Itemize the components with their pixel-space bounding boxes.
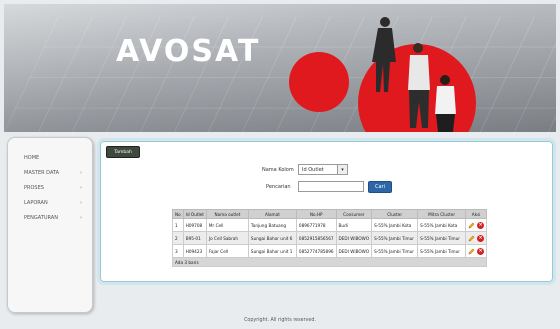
outlet-table: No Id Outlet Nama outlet Alamat No.HP Co…	[171, 209, 488, 267]
cell-cluster: S-55% Jambi Kota	[371, 218, 419, 232]
sidebar-item-pengaturan[interactable]: PENGATURAN ›	[8, 210, 92, 225]
col-header: Id Outlet	[182, 209, 207, 219]
add-button[interactable]: Tambah	[106, 146, 140, 158]
chevron-right-icon: ›	[80, 184, 82, 191]
col-header: No.HP	[295, 209, 337, 219]
col-header: No	[172, 209, 184, 219]
col-header: Mitra Cluster	[417, 209, 467, 219]
search-label: Pencarian	[266, 184, 291, 190]
copyright-footer: Copyright. All rights reserved.	[244, 318, 316, 323]
cell-consumer: DEDI WIBOWO	[335, 231, 373, 245]
chevron-right-icon: ›	[80, 169, 82, 176]
table-header-row: No Id Outlet Nama outlet Alamat No.HP Co…	[172, 209, 488, 219]
cell-id-outlet: H09708	[182, 218, 207, 232]
cell-no: 3	[172, 244, 184, 258]
chevron-right-icon: ›	[80, 214, 82, 221]
search-input[interactable]	[298, 181, 364, 192]
col-header: Cluster	[371, 209, 419, 219]
business-people-image	[372, 17, 456, 132]
cell-cluster: S-55% Jambi Timur	[371, 231, 419, 245]
cell-nama-outlet: Fajar Cell	[205, 244, 249, 258]
chevron-down-icon: ▾	[337, 165, 347, 174]
cell-nama-outlet: Mr Cell	[205, 218, 249, 232]
col-header: Nama outlet	[205, 209, 249, 219]
col-header: Consumer	[335, 209, 373, 219]
sidebar-item-label: LAPORAN	[24, 199, 48, 206]
edit-icon[interactable]	[468, 235, 475, 242]
cell-id-outlet: H09423	[182, 244, 207, 258]
cell-alamat: Sungai Bahar unit 6	[247, 231, 297, 245]
sidebar-item-label: PENGATURAN	[24, 214, 58, 221]
column-select[interactable]: Id Outlet ▾	[298, 164, 348, 175]
row-count-text: Ada 3 baris	[171, 257, 488, 267]
sidebar-item-label: MASTER DATA	[24, 169, 60, 176]
cell-consumer: Budi	[335, 218, 373, 232]
sidebar-item-home[interactable]: HOME	[8, 150, 92, 165]
edit-icon[interactable]	[468, 248, 475, 255]
header-banner: AVOSAT	[4, 4, 556, 132]
search-button[interactable]: Cari	[368, 181, 392, 193]
cell-no-hp: 0852774785896	[295, 244, 337, 258]
sidebar-menu: HOME MASTER DATA › PROSES › LAPORAN › PE…	[7, 137, 93, 313]
cell-no-hp: 0896771978	[295, 218, 337, 232]
cell-no: 1	[172, 218, 184, 232]
cell-aksi: ×	[465, 218, 488, 232]
table-row: 2 B95-01 Jo Cell Sabrah Sungai Bahar uni…	[172, 231, 488, 245]
col-header: Aksi	[465, 209, 488, 219]
edit-icon[interactable]	[468, 222, 475, 229]
cell-mitra-cluster: S-55% Jambi Timur	[417, 244, 467, 258]
column-select-value: Id Outlet	[302, 166, 324, 173]
col-header: Alamat	[247, 209, 297, 219]
delete-icon[interactable]: ×	[477, 221, 485, 229]
chevron-right-icon: ›	[80, 199, 82, 206]
sidebar-item-laporan[interactable]: LAPORAN ›	[8, 195, 92, 210]
sidebar-item-proses[interactable]: PROSES ›	[8, 180, 92, 195]
table-row: 1 H09708 Mr Cell Tanjung Batuang 0896771…	[172, 218, 488, 232]
cell-alamat: Tanjung Batuang	[247, 218, 297, 232]
cell-consumer: DEDI WIBOWO	[335, 244, 373, 258]
cell-mitra-cluster: S-55% Jambi Timur	[417, 231, 467, 245]
sidebar-item-master-data[interactable]: MASTER DATA ›	[8, 165, 92, 180]
cell-no: 2	[172, 231, 184, 245]
cell-no-hp: 0852915856567	[295, 231, 337, 245]
sidebar-item-label: PROSES	[24, 184, 44, 191]
cell-id-outlet: B95-01	[182, 231, 207, 245]
cell-cluster: S-55% Jambi Timur	[371, 244, 419, 258]
avosat-logo: AVOSAT	[116, 34, 261, 69]
delete-icon[interactable]: ×	[477, 247, 485, 255]
delete-icon[interactable]: ×	[477, 234, 485, 242]
cell-nama-outlet: Jo Cell Sabrah	[205, 231, 249, 245]
table-footer-row: Ada 3 baris	[171, 257, 488, 267]
cell-aksi: ×	[465, 244, 488, 258]
main-panel: Tambah Nama Kolom Id Outlet ▾ Pencarian …	[97, 138, 556, 285]
column-filter-label: Nama Kolom	[262, 167, 294, 173]
cell-alamat: Sungai Bahar unit 1	[247, 244, 297, 258]
cell-mitra-cluster: S-55% Jambi Kota	[417, 218, 467, 232]
table-row: 3 H09423 Fajar Cell Sungai Bahar unit 1 …	[172, 244, 488, 258]
cell-aksi: ×	[465, 231, 488, 245]
sidebar-item-label: HOME	[24, 154, 40, 161]
